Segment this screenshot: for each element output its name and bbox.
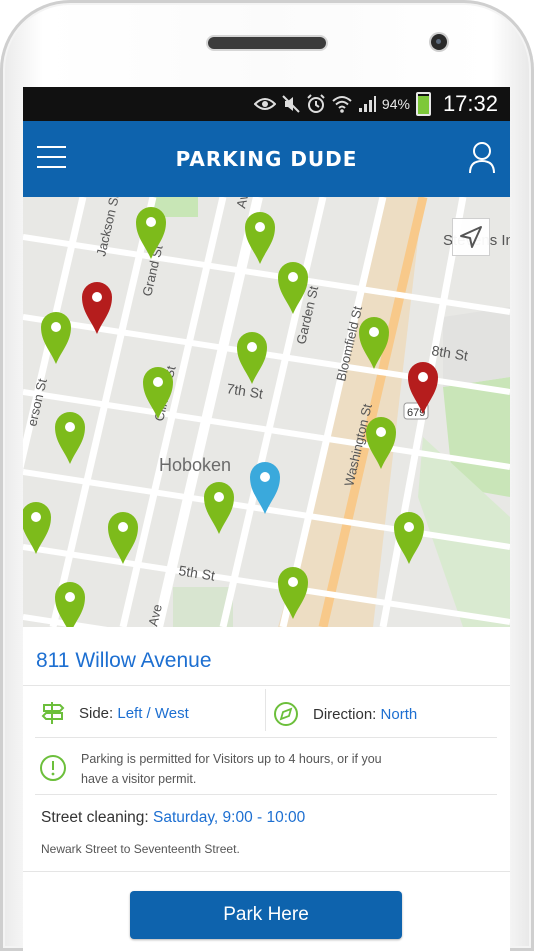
- status-bar: 94% 17:32: [23, 87, 510, 121]
- direction-info: Direction: North: [273, 701, 417, 727]
- battery-percent: 94%: [381, 96, 410, 112]
- divider: [23, 685, 510, 686]
- signpost-icon: [41, 702, 65, 724]
- divider: [35, 737, 497, 738]
- street-cleaning: Street cleaning: Saturday, 9:00 - 10:00: [41, 809, 305, 827]
- clock: 17:32: [442, 91, 498, 116]
- signal-icon: [358, 96, 376, 112]
- compass-icon: [274, 702, 298, 726]
- divider: [23, 871, 510, 872]
- my-location-button[interactable]: [452, 218, 490, 256]
- screen: 94% 17:32 PARKING DUDE Jackson St Grand …: [23, 87, 510, 951]
- cleaning-scope: Newark Street to Seventeenth Street.: [41, 842, 240, 856]
- direction-value: North: [380, 705, 418, 723]
- side-info: Side: Left / West: [41, 701, 189, 725]
- side-value: Left / West: [117, 704, 189, 722]
- navigation-arrow-icon: [460, 226, 482, 248]
- parking-notice: Parking is permitted for Visitors up to …: [81, 752, 382, 786]
- map-canvas[interactable]: Jackson St Grand St Clinton St Garden St…: [23, 197, 510, 627]
- spot-details-panel: 811 Willow Avenue Side: Left / West Dire…: [23, 627, 510, 951]
- mute-icon: [282, 95, 300, 113]
- status-icons: 94% 17:32: [253, 90, 498, 118]
- battery-icon: [415, 92, 431, 116]
- direction-label: Direction:: [313, 705, 377, 723]
- divider: [35, 794, 497, 795]
- user-icon[interactable]: [468, 141, 496, 175]
- alarm-icon: [307, 94, 325, 113]
- alert-icon: [40, 755, 66, 781]
- spot-address: 811 Willow Avenue: [36, 649, 212, 672]
- park-here-button[interactable]: Park Here: [130, 891, 402, 939]
- cleaning-value: Saturday, 9:00 - 10:00: [153, 809, 306, 826]
- wifi-icon: [332, 96, 352, 113]
- app-title: PARKING DUDE: [175, 147, 358, 171]
- side-label: Side:: [79, 704, 114, 722]
- eye-icon: [253, 98, 276, 110]
- phone-frame: 94% 17:32 PARKING DUDE Jackson St Grand …: [0, 0, 534, 951]
- map[interactable]: Jackson St Grand St Clinton St Garden St…: [23, 197, 510, 627]
- app-bar: PARKING DUDE: [23, 121, 510, 197]
- cleaning-label: Street cleaning:: [41, 809, 149, 826]
- front-camera: [431, 34, 447, 50]
- divider: [265, 689, 266, 731]
- neighborhood-label: Hoboken: [159, 455, 231, 475]
- speaker-grille: [208, 37, 326, 49]
